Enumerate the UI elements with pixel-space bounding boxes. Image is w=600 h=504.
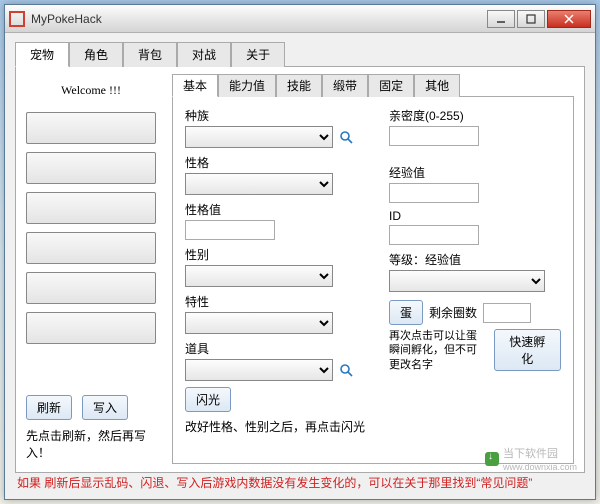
nature-value-input[interactable] [185, 220, 275, 240]
search-icon[interactable] [339, 363, 353, 377]
party-slot-4[interactable] [26, 232, 156, 264]
shiny-hint: 改好性格、性别之后，再点击闪光 [185, 418, 375, 435]
subtab-fixed[interactable]: 固定 [368, 74, 414, 97]
party-slot-5[interactable] [26, 272, 156, 304]
egg-hint: 再次点击可以让蛋瞬间孵化，但不可更改名字 [389, 329, 488, 372]
nature-value-label: 性格值 [185, 201, 375, 218]
ability-select[interactable] [185, 312, 333, 334]
egg-cycles-input[interactable] [483, 303, 531, 323]
exp-label: 经验值 [389, 164, 561, 181]
nature-select[interactable] [185, 173, 333, 195]
level-label: 等级：经验值 [389, 251, 561, 268]
subtab-stats[interactable]: 能力值 [218, 74, 276, 97]
write-button[interactable]: 写入 [82, 395, 128, 420]
form-right: 亲密度(0-255) 经验值 ID 等级：经验值 [375, 107, 561, 457]
left-panel: Welcome !!! 刷新 写入 先点击刷新，然后再写入！ [16, 67, 166, 472]
friendship-input[interactable] [389, 126, 479, 146]
client-area: 宠物 角色 背包 对战 关于 Welcome !!! 刷新 写入 先点击刷新，然… [5, 33, 595, 499]
exp-input[interactable] [389, 183, 479, 203]
nature-label: 性格 [185, 154, 375, 171]
sub-tab-body: 种族 性格 性格值 [172, 96, 574, 464]
maximize-button[interactable] [517, 10, 545, 28]
window-title: MyPokeHack [31, 12, 485, 26]
main-tabs: 宠物 角色 背包 对战 关于 [15, 41, 585, 67]
party-slot-6[interactable] [26, 312, 156, 344]
right-panel: 基本 能力值 技能 缎带 固定 其他 种族 [166, 67, 584, 472]
footer-warning: 如果 刷新后显示乱码、闪退、写入后游戏内数据没有发生变化的，可以在关于那里找到“… [17, 474, 583, 491]
egg-cycles-label: 剩余圈数 [429, 304, 477, 321]
species-label: 种族 [185, 107, 375, 124]
minimize-button[interactable] [487, 10, 515, 28]
ability-label: 特性 [185, 293, 375, 310]
party-slot-2[interactable] [26, 152, 156, 184]
left-hint: 先点击刷新，然后再写入！ [26, 428, 156, 462]
welcome-text: Welcome !!! [26, 83, 156, 98]
search-icon[interactable] [339, 130, 353, 144]
gender-select[interactable] [185, 265, 333, 287]
form-left: 种族 性格 性格值 [185, 107, 375, 457]
friendship-label: 亲密度(0-255) [389, 107, 561, 124]
party-slot-1[interactable] [26, 112, 156, 144]
window-buttons [485, 10, 591, 28]
subtab-ribbons[interactable]: 缎带 [322, 74, 368, 97]
tab-battle[interactable]: 对战 [177, 42, 231, 67]
item-select[interactable] [185, 359, 333, 381]
party-slot-3[interactable] [26, 192, 156, 224]
app-window: MyPokeHack 宠物 角色 背包 对战 关于 Welcome !!! [4, 4, 596, 500]
close-button[interactable] [547, 10, 591, 28]
app-icon [9, 11, 25, 27]
id-input[interactable] [389, 225, 479, 245]
tab-character[interactable]: 角色 [69, 42, 123, 67]
subtab-moves[interactable]: 技能 [276, 74, 322, 97]
subtab-basic[interactable]: 基本 [172, 74, 218, 97]
egg-button[interactable]: 蛋 [389, 300, 423, 325]
main-tab-body: Welcome !!! 刷新 写入 先点击刷新，然后再写入！ 基本 能力值 技能 [15, 67, 585, 473]
shiny-button[interactable]: 闪光 [185, 387, 231, 412]
subtab-other[interactable]: 其他 [414, 74, 460, 97]
species-select[interactable] [185, 126, 333, 148]
item-label: 道具 [185, 340, 375, 357]
sub-tabs: 基本 能力值 技能 缎带 固定 其他 [172, 73, 574, 96]
titlebar[interactable]: MyPokeHack [5, 5, 595, 33]
quick-hatch-button[interactable]: 快速孵化 [494, 329, 561, 371]
tab-bag[interactable]: 背包 [123, 42, 177, 67]
tab-about[interactable]: 关于 [231, 42, 285, 67]
level-select[interactable] [389, 270, 545, 292]
refresh-button[interactable]: 刷新 [26, 395, 72, 420]
tab-pets[interactable]: 宠物 [15, 42, 69, 67]
gender-label: 性别 [185, 246, 375, 263]
id-label: ID [389, 209, 561, 223]
